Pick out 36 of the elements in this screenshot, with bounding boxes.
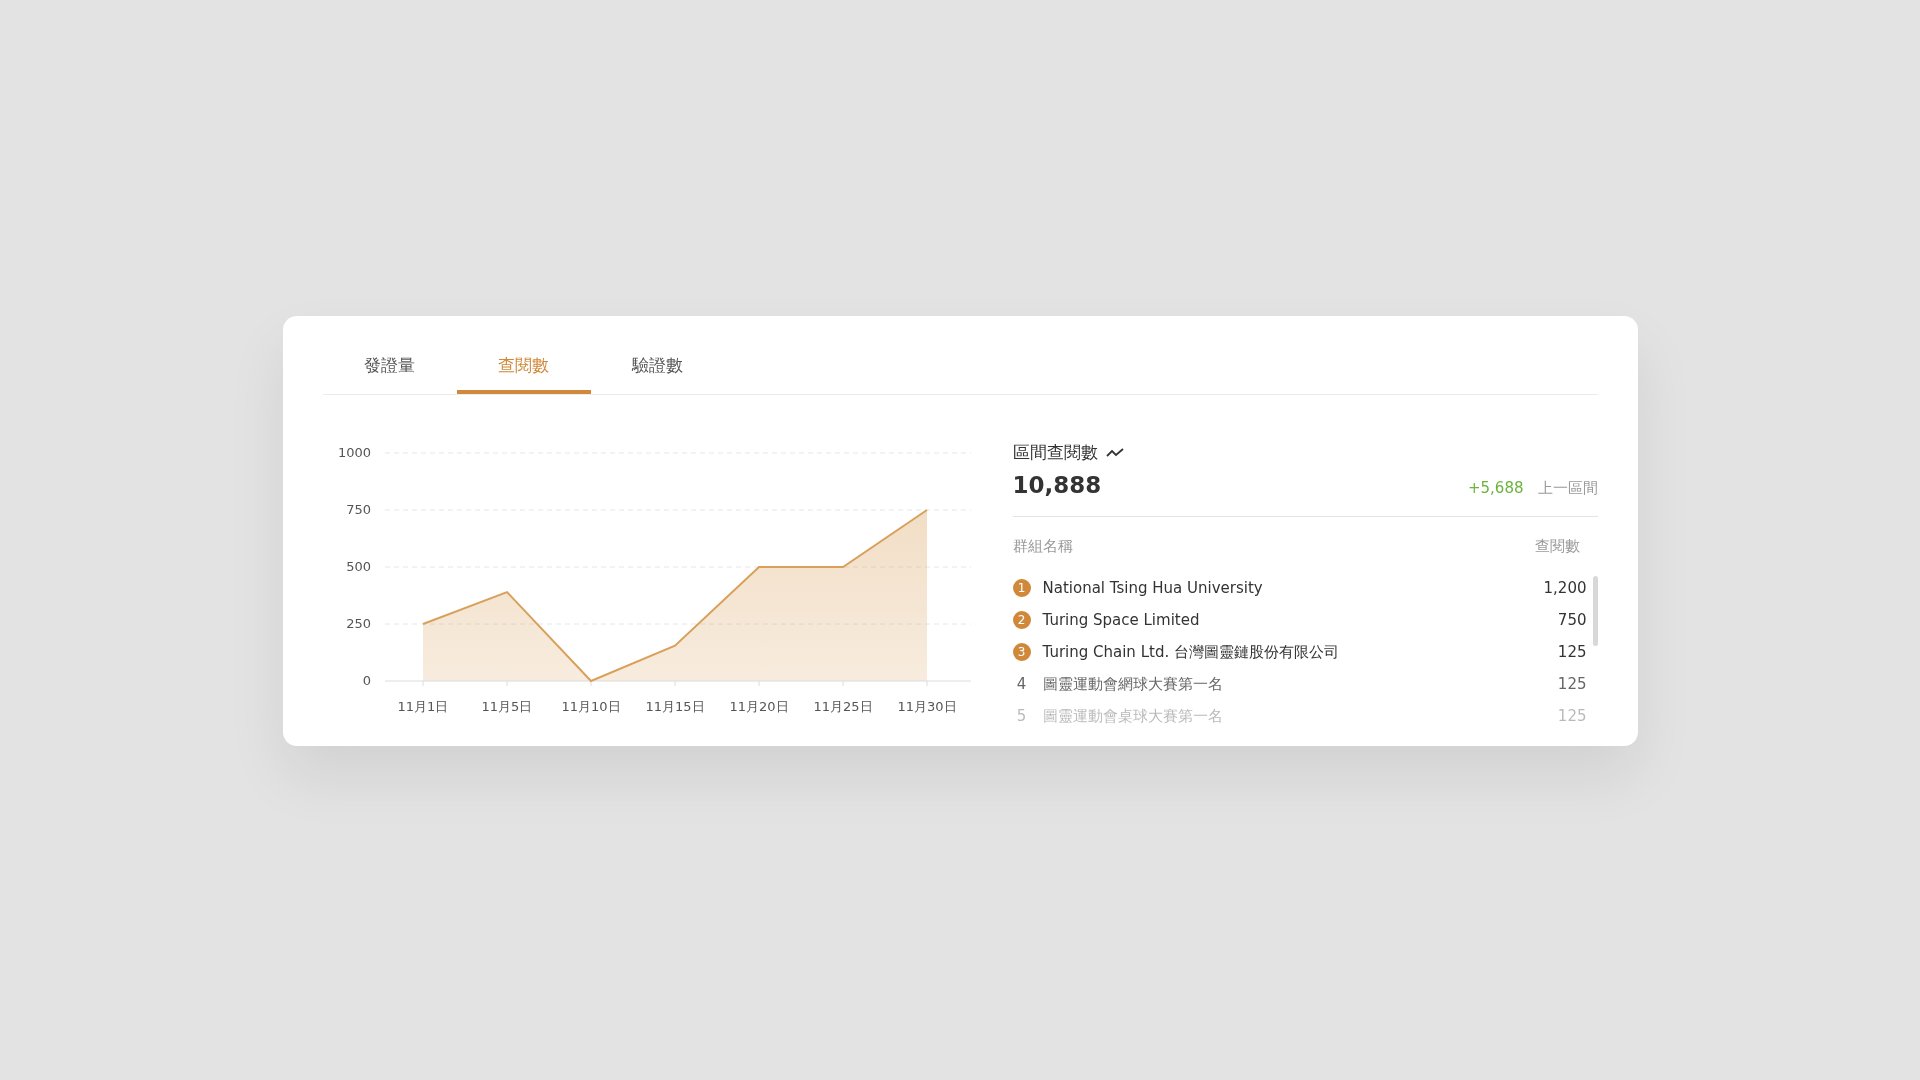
tab[interactable]: 發證量 (322, 340, 457, 394)
view-count: 125 (1557, 707, 1587, 725)
x-tick-label: 11月20日 (728, 699, 789, 714)
view-count: 750 (1557, 611, 1587, 629)
tab[interactable]: 驗證數 (590, 340, 725, 394)
x-tick-label: 11月5日 (481, 699, 532, 714)
x-tick-label: 11月30日 (896, 699, 957, 714)
rank-badge: 3 (1012, 643, 1031, 661)
x-tick-label: 11月10日 (560, 699, 621, 714)
summary-title: 區間查閱數 (1012, 441, 1098, 464)
trend-icon (1105, 447, 1124, 458)
y-tick-label: 0 (362, 673, 371, 688)
column-header: 群組名稱 (1012, 537, 1073, 556)
compare-label: 上一區間 (1537, 479, 1598, 498)
x-tick-label: 11月25日 (812, 699, 873, 714)
x-tick-label: 11月15日 (644, 699, 705, 714)
y-tick-label: 750 (345, 502, 371, 517)
y-tick-label: 250 (345, 616, 371, 631)
scrollbar[interactable] (1592, 576, 1598, 646)
x-tick-label: 11月1日 (397, 699, 448, 714)
column-header: 查閱數 (1534, 537, 1580, 556)
view-count: 1,200 (1543, 579, 1587, 597)
view-count: 125 (1557, 643, 1587, 661)
y-tick-label: 500 (345, 559, 371, 574)
group-name: National Tsing Hua University (1042, 579, 1264, 597)
change-value: +5,688 (1468, 479, 1524, 497)
group-name: Turing Chain Ltd. 台灣圖靈鏈股份有限公司 (1042, 642, 1340, 662)
rank-number: 5 (1015, 707, 1028, 725)
group-name: 圖靈運動會網球大賽第一名 (1042, 674, 1224, 694)
rank-badge: 2 (1012, 611, 1031, 629)
view-count: 125 (1557, 675, 1587, 693)
rank-badge: 1 (1012, 579, 1031, 597)
y-tick-label: 1000 (337, 445, 371, 460)
total-value: 10,888 (1012, 472, 1103, 498)
group-name: Turing Space Limited (1042, 611, 1201, 629)
rank-number: 4 (1015, 675, 1028, 693)
